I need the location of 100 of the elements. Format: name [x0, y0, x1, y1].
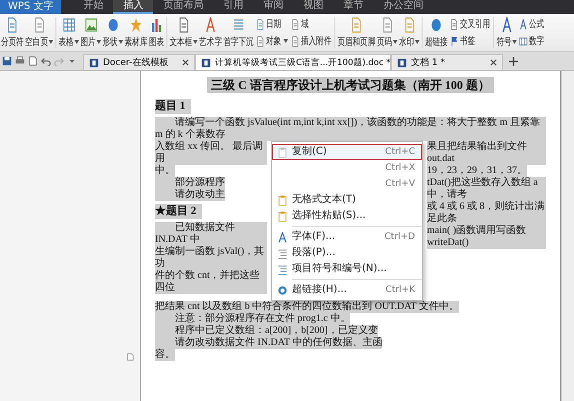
clipboard-icon	[277, 194, 288, 206]
document-icon	[397, 58, 407, 68]
caret-icon	[414, 40, 420, 44]
app-menu-button[interactable]: WPS 文字	[0, 0, 62, 14]
ribbon-tab[interactable]: 开始	[73, 0, 114, 14]
document-text: 请勿改动主	[155, 189, 225, 201]
text-box-icon	[177, 16, 190, 32]
document-title: 三级 C 语言程序设计上机考试习题集（南开 100 题）	[207, 77, 494, 93]
tab-label: Docer-在线模板	[103, 56, 170, 69]
tab-label: 文档 1 *	[411, 56, 446, 69]
bar-chart-icon	[150, 16, 163, 32]
ribbon-button[interactable]: 插入附件	[291, 34, 332, 48]
document-text: 19，23，29，31，37。	[427, 165, 527, 177]
menu-item[interactable]: 复制(C) Ctrl+C	[272, 144, 422, 160]
ribbon-button[interactable]: 素材库	[124, 14, 148, 51]
ribbon-button[interactable]: 符号	[496, 14, 518, 51]
document-text: 件的个数 cnt，并把这些四位	[155, 270, 267, 294]
ribbon-button[interactable]: 形状	[102, 14, 124, 51]
ribbon-button[interactable]: 水印	[398, 14, 420, 51]
ribbon-button[interactable]: 书签	[450, 34, 490, 48]
caret-icon	[283, 39, 288, 43]
caret-icon	[96, 40, 102, 44]
ribbon-button[interactable]: 首字下沉	[222, 14, 255, 51]
caret-icon	[118, 40, 124, 44]
document-text: 果且把结果输出到文件 out.dat	[427, 141, 546, 165]
document-text: main( )函数调用写函数 writeDat()	[427, 225, 546, 249]
ribbon-button[interactable]: 空白页	[24, 14, 54, 51]
menu-item[interactable]: 项目符号和编号(N)...	[272, 261, 422, 277]
ribbon-button[interactable]: 图片	[80, 14, 102, 51]
page-icon	[403, 16, 416, 32]
menu-item[interactable]: Ctrl+V	[272, 176, 422, 192]
menu-item[interactable]: 无格式文本(T)	[272, 192, 422, 208]
ribbon-tab[interactable]: 插入	[113, 0, 154, 14]
document-text: ★题目 2	[155, 204, 202, 219]
menu-item[interactable]: 选择性粘贴(S)...	[272, 208, 422, 224]
page-break-icon	[6, 16, 18, 32]
document-text: 程序中已定义数组：a[200]，b[200]，已定义变	[155, 325, 378, 337]
menu-item[interactable]: 超链接(H)... Ctrl+K	[272, 282, 422, 298]
document-text: 题目 1	[155, 99, 192, 114]
document-icon	[256, 36, 264, 46]
ribbon-button[interactable]: 艺术字	[198, 14, 223, 51]
document-icon	[89, 58, 99, 68]
copy-icon	[277, 146, 288, 158]
document-icon	[291, 18, 300, 30]
print-icon[interactable]	[15, 56, 25, 66]
menu-item[interactable]: 段落(P)...	[272, 245, 422, 261]
ribbon-tab[interactable]: 页面布局	[153, 0, 214, 14]
document-tab[interactable]: Docer-在线模板	[83, 54, 195, 70]
ribbon-button[interactable]: 日期	[256, 17, 288, 31]
document-text: 请勿改动数据文件 IN.DAT 中的任何数据、主函	[155, 337, 382, 349]
caret-icon	[74, 40, 80, 44]
page-icon	[350, 16, 363, 32]
document-text: 请编写一个函数 jsValue(int m,int k,int xx[])，该函数的功能是：将大于整数 m 且紧靠 m 的 k 个素数存	[155, 117, 546, 141]
ribbon-button[interactable]: 表格	[58, 14, 80, 51]
caret-icon	[193, 40, 198, 44]
ribbon-button[interactable]: 超链接	[424, 14, 448, 51]
picture-icon	[84, 16, 97, 32]
menu-item[interactable]: Ctrl+X	[272, 160, 422, 176]
document-icon	[201, 58, 211, 68]
ribbon-button[interactable]: 图表	[148, 14, 165, 51]
ribbon-button[interactable]: 交叉引用	[450, 17, 490, 31]
caret-icon	[48, 40, 54, 44]
ribbon-button[interactable]: 域	[291, 17, 332, 31]
letter-icon	[277, 232, 288, 242]
lines-icon	[277, 248, 288, 258]
document-tab[interactable]: 计算机等级考试三级C语言...开100题).doc *	[195, 54, 391, 70]
document-tab[interactable]: 文档 1 *	[391, 54, 503, 70]
close-icon[interactable]	[490, 59, 497, 66]
caret-icon	[512, 40, 517, 44]
document-text: 入数组 xx 传回。 最后调用	[155, 141, 267, 165]
ribbon-button[interactable]: 页码	[376, 14, 398, 51]
undo-icon[interactable]	[41, 56, 51, 66]
letter-icon	[204, 16, 217, 32]
ribbon-button[interactable]: 页眉和页脚	[336, 14, 376, 51]
document-text: 生编制一函数 jsVal()，其功	[155, 246, 267, 270]
clipboard-icon	[277, 210, 288, 222]
ribbon-button[interactable]: 文本框	[168, 14, 198, 51]
document-text: 中。	[155, 165, 175, 177]
blank-page-icon	[33, 16, 46, 32]
save-icon[interactable]	[2, 56, 12, 66]
ribbon-tab[interactable]: 视图	[293, 0, 334, 14]
caret-icon	[392, 40, 398, 44]
ribbon-button[interactable]: 公式	[519, 17, 544, 31]
ribbon-tab[interactable]: 引用	[213, 0, 254, 14]
preview-icon[interactable]	[28, 56, 38, 66]
close-icon[interactable]	[182, 59, 189, 66]
document-text: 注意：部分源程序存在文件 prog1.c 中。	[155, 313, 350, 325]
shapes-icon	[106, 16, 119, 32]
scrollbar[interactable]	[561, 71, 574, 401]
document-text: 把结果 cnt 以及数组 b 中符合条件的四位数输出到 OUT.DAT 文件中。	[155, 301, 459, 313]
new-tab-icon[interactable]	[509, 57, 518, 66]
document-text: 容。	[155, 349, 175, 361]
table-icon	[62, 16, 75, 32]
page-icon	[381, 16, 394, 32]
ribbon-button[interactable]: 数字	[519, 34, 544, 48]
ribbon-button[interactable]: 对象	[256, 34, 288, 48]
menu-item[interactable]: 字体(F)... Ctrl+D	[272, 229, 422, 245]
document-text: 部分源程序	[155, 177, 225, 189]
ribbon-button[interactable]: 分页符	[0, 14, 24, 51]
lines-icon	[232, 16, 245, 32]
